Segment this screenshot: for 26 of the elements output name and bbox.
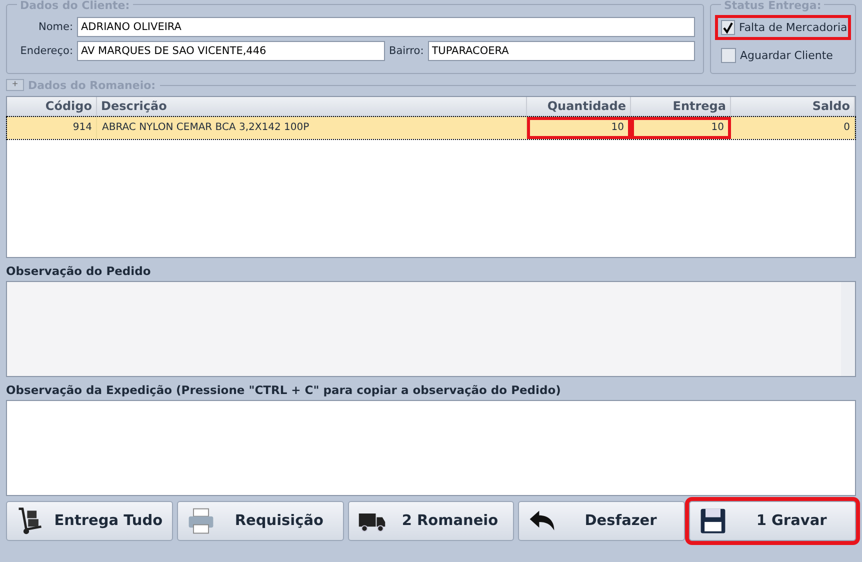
table-cell: 0 <box>731 117 855 139</box>
checkbox-option[interactable]: Aguardar Cliente <box>715 43 851 68</box>
checkmark-icon <box>722 22 734 34</box>
name-field[interactable]: ADRIANO OLIVEIRA <box>77 17 695 37</box>
checkbox[interactable] <box>721 20 735 35</box>
action-button[interactable]: Entrega Tudo <box>6 501 173 541</box>
section-label: Observação do Pedido <box>6 263 152 280</box>
checkbox[interactable] <box>721 48 736 63</box>
field-label: Nome: <box>37 21 73 33</box>
table-cell: 10 <box>631 117 731 139</box>
expand-button[interactable]: + <box>6 79 24 91</box>
district-field[interactable]: TUPARACOERA <box>428 41 695 61</box>
address-field[interactable]: AV MARQUES DE SAO VICENTE,446 <box>77 41 385 61</box>
action-button[interactable]: Requisição <box>176 501 344 541</box>
shipping-notes-field[interactable] <box>6 400 856 496</box>
action-button[interactable]: 2 Romaneio <box>348 501 514 541</box>
table-row[interactable]: 914 ABRAC NYLON CEMAR BCA 3,2X142 100P 10 10 0 <box>7 117 855 139</box>
order-notes-field[interactable] <box>6 281 856 377</box>
field-label: Endereço: <box>19 45 73 57</box>
table-cell: 10 <box>527 117 631 139</box>
field-label: Bairro: <box>389 45 424 57</box>
table-cell: ABRAC NYLON CEMAR BCA 3,2X142 100P <box>97 117 527 139</box>
action-button[interactable]: Desfazer <box>518 501 686 541</box>
checkbox-option[interactable]: Falta de Mercadoria <box>715 15 851 40</box>
table-cell: 914 <box>7 117 97 139</box>
section-label: Observação da Expedição (Pressione "CTRL + C" para copiar a observação do Pedido) <box>6 382 562 399</box>
